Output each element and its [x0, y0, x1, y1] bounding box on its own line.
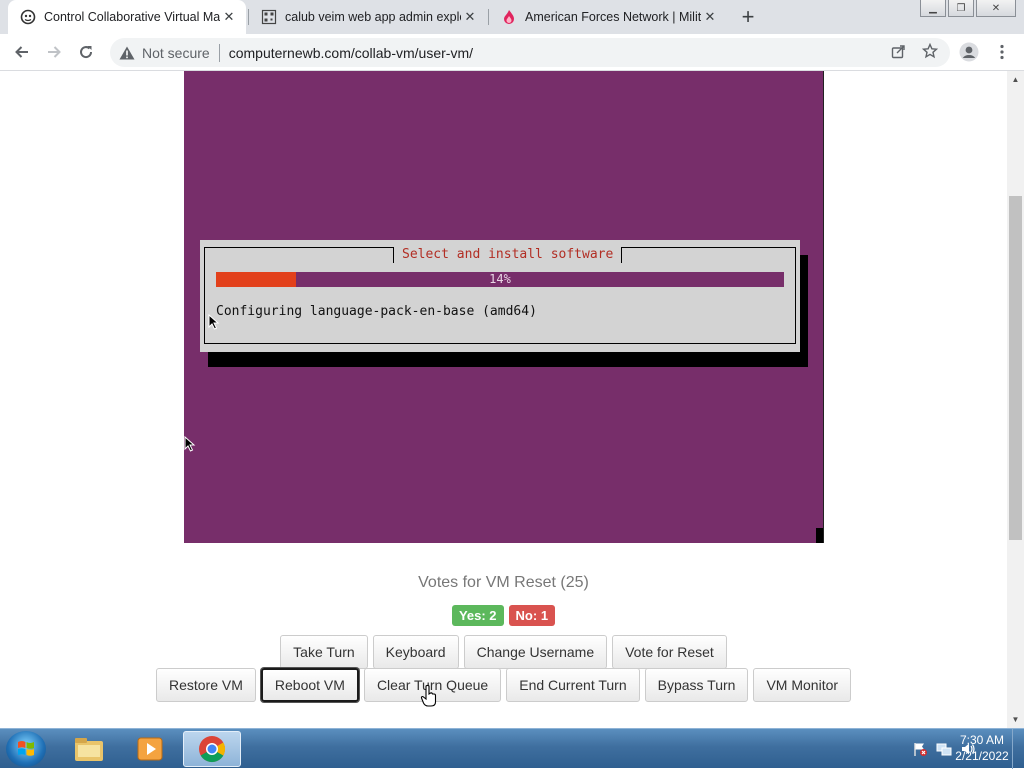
change-username-button[interactable]: Change Username	[463, 635, 608, 669]
restore-vm-button[interactable]: Restore VM	[155, 668, 256, 702]
restore-icon[interactable]: ❐	[948, 0, 974, 17]
profile-avatar-icon[interactable]	[957, 40, 981, 64]
chrome-icon	[199, 736, 226, 763]
take-turn-button[interactable]: Take Turn	[280, 635, 368, 669]
system-clock[interactable]: 7:30 AM 2/21/2022	[942, 732, 1022, 764]
vm-controls-row-2: Restore VM Reboot VM Clear Turn Queue En…	[0, 668, 1007, 702]
security-label: Not secure	[142, 44, 210, 61]
browser-toolbar: Not secure computernewb.com/collab-vm/us…	[0, 34, 1024, 71]
close-tab-icon[interactable]: ✕	[701, 8, 719, 26]
vm-corner-block	[816, 528, 823, 543]
page-viewport: Select and install software 14% Configur…	[0, 71, 1007, 728]
vote-badges: Yes: 2 No: 1	[0, 605, 1007, 626]
windows-logo-icon	[18, 741, 34, 756]
no-votes-badge: No: 1	[508, 605, 556, 626]
yes-votes-badge: Yes: 2	[451, 605, 504, 626]
bypass-turn-button[interactable]: Bypass Turn	[644, 668, 749, 702]
scrollbar-thumb[interactable]	[1009, 196, 1022, 540]
install-status-text: Configuring language-pack-en-base (amd64…	[216, 304, 537, 319]
tab-strip: Control Collaborative Virtual Ma ✕ calub…	[0, 0, 1024, 34]
tab-title: American Forces Network | Milita	[525, 10, 701, 24]
address-bar[interactable]: Not secure computernewb.com/collab-vm/us…	[110, 38, 950, 67]
vm-display[interactable]: Select and install software 14% Configur…	[184, 71, 824, 543]
install-dialog: Select and install software 14% Configur…	[200, 240, 800, 352]
reload-icon[interactable]	[74, 40, 98, 64]
close-window-icon[interactable]: ✕	[976, 0, 1016, 17]
back-arrow-icon[interactable]	[10, 40, 34, 64]
explorer-icon	[75, 738, 103, 761]
tab-collabvm[interactable]: Control Collaborative Virtual Ma ✕	[8, 0, 246, 34]
tab-title: calub veim web app admin explo	[285, 10, 461, 24]
hand-pointer-cursor-icon	[420, 684, 437, 707]
bookmark-star-icon[interactable]	[921, 42, 939, 60]
share-icon[interactable]	[889, 42, 907, 60]
minimize-icon[interactable]: ▁	[920, 0, 946, 17]
taskbar-chrome[interactable]	[183, 731, 241, 767]
vm-controls-row-1: Take Turn Keyboard Change Username Vote …	[0, 635, 1007, 669]
start-button[interactable]	[6, 731, 46, 767]
forward-arrow-icon[interactable]	[42, 40, 66, 64]
vm-monitor-button[interactable]: VM Monitor	[753, 668, 852, 702]
page-scrollbar[interactable]: ▲ ▼	[1007, 71, 1024, 728]
window-controls: ▁ ❐ ✕	[918, 0, 1016, 17]
omnibox-divider	[218, 43, 220, 62]
close-tab-icon[interactable]: ✕	[461, 8, 479, 26]
reboot-vm-button[interactable]: Reboot VM	[260, 668, 359, 702]
new-tab-button[interactable]: +	[736, 4, 760, 29]
tab-title: Control Collaborative Virtual Ma	[44, 10, 220, 24]
close-tab-icon[interactable]: ✕	[220, 8, 238, 26]
vote-for-reset-button[interactable]: Vote for Reset	[612, 635, 727, 669]
keyboard-button[interactable]: Keyboard	[372, 635, 459, 669]
collabvm-icon	[20, 9, 36, 25]
clock-date: 2/21/2022	[955, 749, 1009, 763]
url-text[interactable]: computernewb.com/collab-vm/user-vm/	[229, 45, 473, 61]
vm-mouse-cursor-icon	[208, 314, 220, 330]
afn-icon	[501, 9, 517, 25]
clock-time: 7:30 AM	[959, 733, 1005, 747]
action-center-flag-icon[interactable]	[912, 741, 928, 757]
media-player-icon	[137, 737, 163, 761]
show-desktop-button[interactable]	[1012, 729, 1024, 769]
tab-calub[interactable]: calub veim web app admin explo ✕	[249, 0, 487, 34]
dialog-frame: Select and install software	[204, 247, 796, 344]
install-progress-bar: 14%	[216, 272, 784, 287]
reset-vote-count: Votes for VM Reset (25)	[418, 574, 589, 591]
vm-mouse-cursor-icon	[184, 436, 196, 452]
scroll-up-arrow-icon[interactable]: ▲	[1007, 71, 1024, 88]
progress-percent: 14%	[489, 272, 511, 286]
warning-icon[interactable]	[118, 46, 136, 60]
dialog-title: Select and install software	[393, 247, 623, 263]
tab-afn[interactable]: American Forces Network | Milita ✕	[489, 0, 727, 34]
end-current-turn-button[interactable]: End Current Turn	[506, 668, 640, 702]
qr-icon	[261, 9, 277, 25]
taskbar-media-player[interactable]	[121, 731, 179, 767]
taskbar-explorer[interactable]	[60, 731, 118, 767]
scroll-down-arrow-icon[interactable]: ▼	[1007, 711, 1024, 728]
menu-kebab-icon[interactable]	[990, 40, 1014, 64]
windows-taskbar: 7:30 AM 2/21/2022	[0, 728, 1024, 769]
